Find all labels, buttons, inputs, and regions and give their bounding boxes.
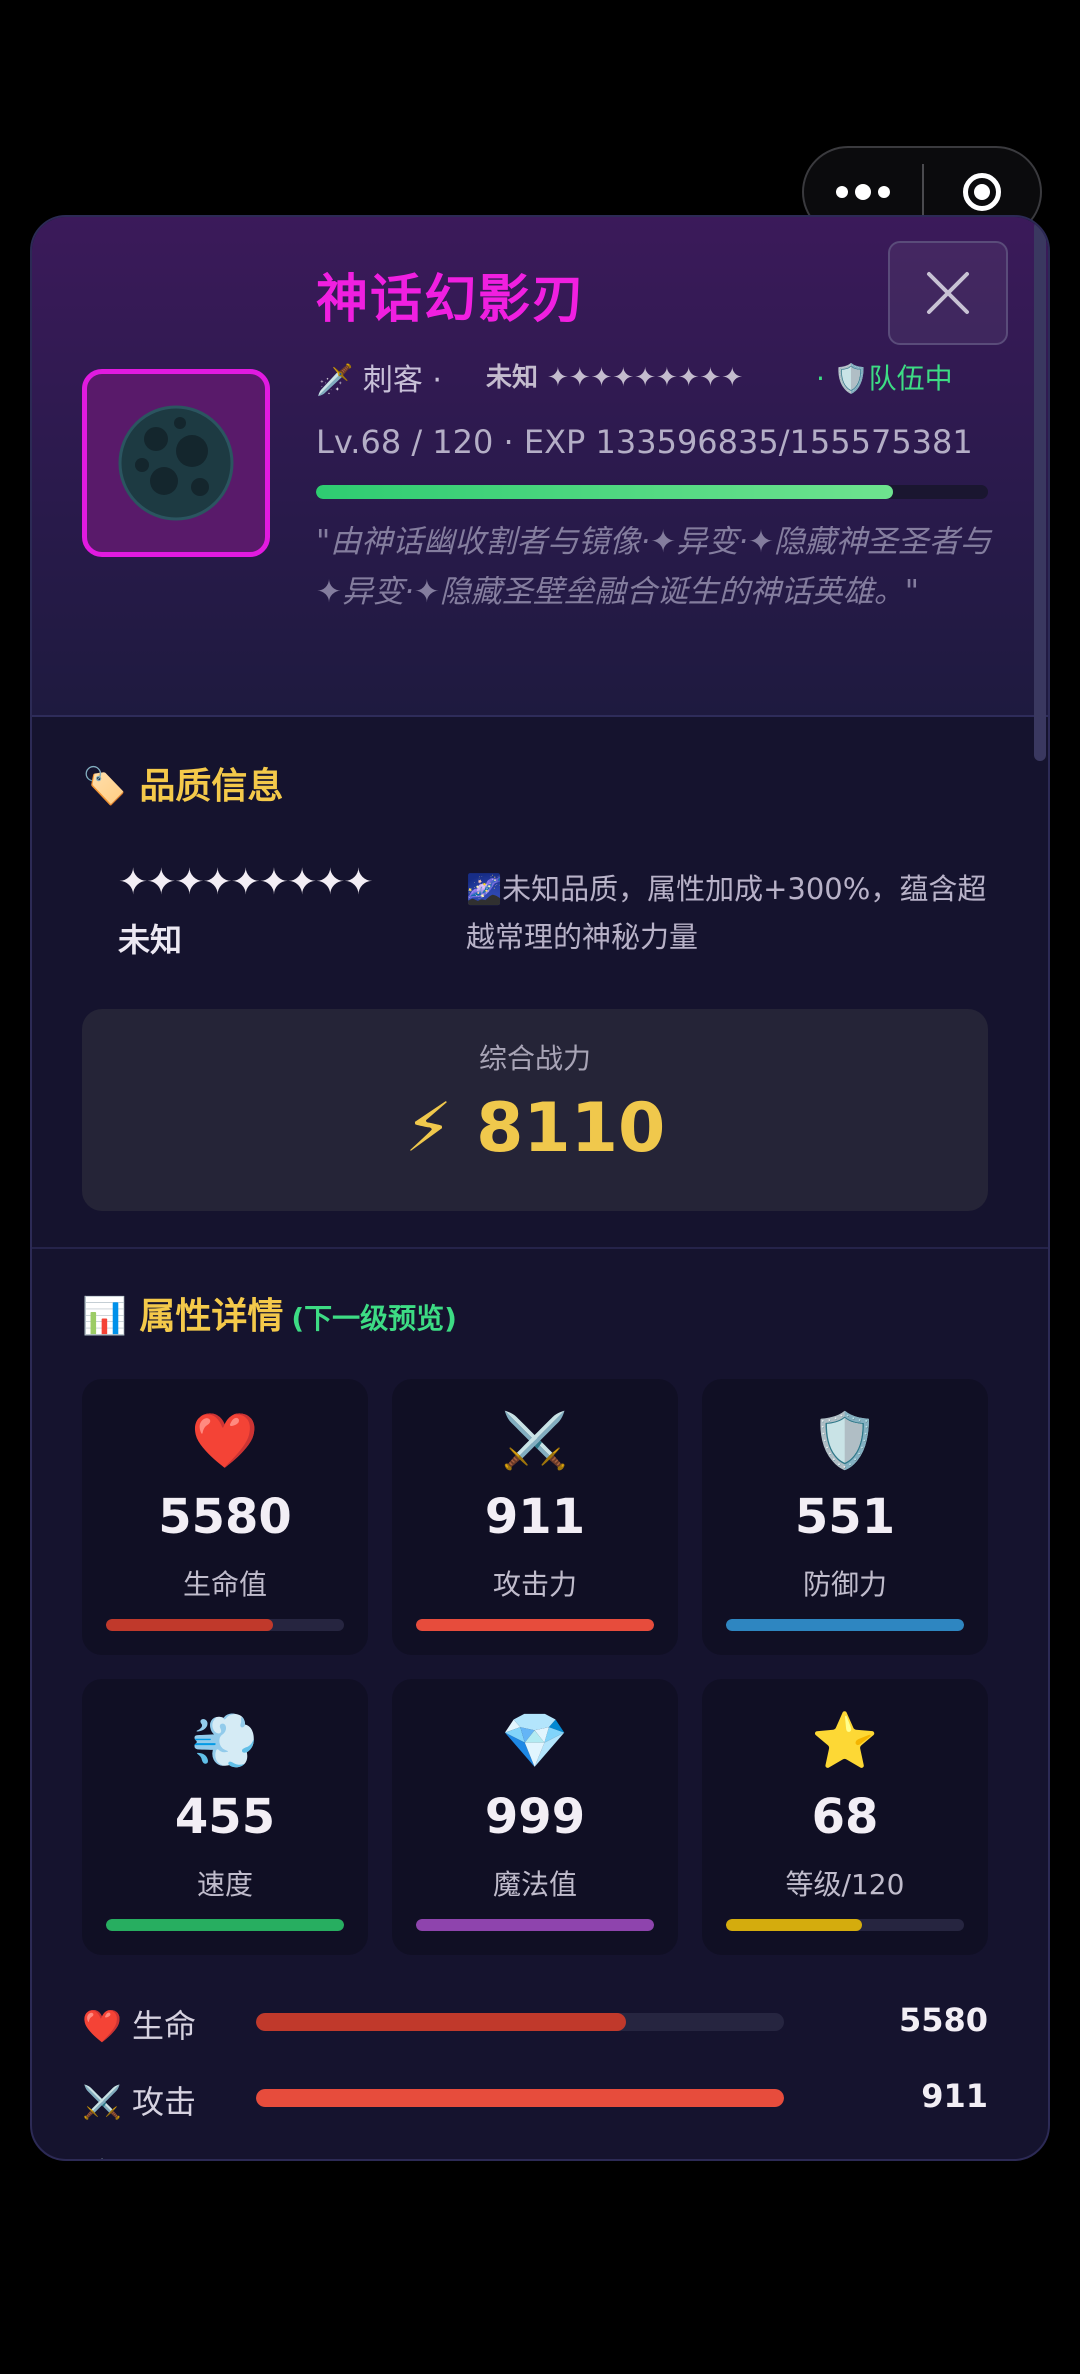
- stat-row-label: ❤️ 生命: [82, 2007, 197, 2045]
- attribute-bar: [106, 1619, 344, 1631]
- attribute-bar: [416, 1919, 654, 1931]
- attribute-value: 551: [794, 1489, 896, 1545]
- hero-detail-modal: 神话幻影刃 🗡️ 刺客 · 未知 ✦✦✦✦✦✦✦✦✦ · 🛡️队伍中 Lv.68…: [30, 215, 1050, 2161]
- heart-icon: ❤️: [191, 1409, 259, 1472]
- close-icon: [927, 272, 969, 314]
- stat-row-bar: [256, 2089, 784, 2107]
- attribute-value: 455: [174, 1789, 276, 1845]
- shield-icon: 🛡️: [811, 1409, 879, 1472]
- close-miniprogram-icon[interactable]: [924, 173, 1040, 211]
- stat-row-defense: 🛡️ 防御: [82, 2147, 988, 2159]
- combat-power-value: ⚡ 8110: [404, 1089, 666, 1168]
- attribute-value: 911: [484, 1489, 586, 1545]
- attribute-value: 999: [484, 1789, 586, 1845]
- quality-section-title: 🏷️ 品质信息: [82, 766, 284, 807]
- section-divider: [32, 1247, 1048, 1249]
- hero-class: 🗡️ 刺客 ·: [316, 363, 442, 398]
- attribute-label: 速度: [196, 1868, 253, 1901]
- attribute-tile-defense: 🛡️ 551 防御力: [702, 1379, 988, 1655]
- hero-quality: 未知 ✦✦✦✦✦✦✦✦✦: [486, 363, 744, 393]
- attributes-title-text: 📊 属性详情: [82, 1296, 284, 1337]
- hero-name: 神话幻影刃: [316, 270, 587, 330]
- attribute-label: 等级/120: [785, 1868, 905, 1901]
- attributes-subtitle: (下一级预览): [291, 1302, 457, 1335]
- exp-progress-bar: [316, 485, 988, 499]
- stat-row-label: 🛡️ 防御: [82, 2151, 196, 2159]
- attribute-tile-speed: 💨 455 速度: [82, 1679, 368, 1955]
- more-menu-icon[interactable]: [804, 184, 922, 200]
- quality-description: 🌌未知品质，属性加成+300%，蕴含超越常理的神秘力量: [466, 872, 987, 954]
- quality-name: 未知: [118, 921, 183, 959]
- combat-power-panel: 综合战力 ⚡ 8110: [82, 1009, 988, 1211]
- attributes-section-title: 📊 属性详情 (下一级预览): [82, 1287, 457, 1339]
- stat-row-bar: [256, 2013, 784, 2031]
- wind-icon: 💨: [191, 1709, 259, 1772]
- crossed-swords-icon: ⚔️: [501, 1409, 569, 1472]
- attribute-label: 防御力: [802, 1568, 887, 1601]
- close-button[interactable]: [888, 241, 1008, 345]
- exp-progress-fill: [316, 485, 894, 499]
- stat-row-value: 5580: [898, 2001, 988, 2039]
- attribute-tile-level: ⭐ 68 等级/120: [702, 1679, 988, 1955]
- attribute-label: 攻击力: [492, 1568, 577, 1601]
- attribute-value: 68: [811, 1789, 879, 1845]
- combat-power-label: 综合战力: [478, 1042, 591, 1075]
- hero-description: "由神话幽收割者与镜像·✦异变·✦隐藏神圣圣者与✦异变·✦隐藏圣壁垒融合诞生的神…: [316, 524, 991, 610]
- attribute-tile-attack: ⚔️ 911 攻击力: [392, 1379, 678, 1655]
- stat-row-label: ⚔️ 攻击: [82, 2083, 197, 2121]
- level-exp-text: Lv.68 / 120 · EXP 133596835/155575381: [316, 423, 973, 461]
- stat-row-value: 911: [921, 2077, 988, 2115]
- attribute-bar: [726, 1619, 964, 1631]
- stat-row-hp: ❤️ 生命 5580: [82, 1997, 988, 2047]
- attribute-tile-hp: ❤️ 5580 生命值: [82, 1379, 368, 1655]
- attribute-bar: [106, 1919, 344, 1931]
- attribute-bar: [726, 1919, 964, 1931]
- planet-icon: [118, 405, 234, 521]
- scrollbar[interactable]: [1034, 221, 1046, 761]
- quality-stars: ✦✦✦✦✦✦✦✦✦: [118, 862, 373, 903]
- gem-icon: 💎: [501, 1709, 569, 1772]
- attribute-label: 魔法值: [492, 1868, 577, 1901]
- hero-meta: 🗡️ 刺客 · 未知 ✦✦✦✦✦✦✦✦✦ · 🛡️队伍中: [316, 355, 1016, 405]
- hero-header: 神话幻影刃 🗡️ 刺客 · 未知 ✦✦✦✦✦✦✦✦✦ · 🛡️队伍中 Lv.68…: [32, 217, 1048, 717]
- team-status-badge: · 🛡️队伍中: [816, 362, 953, 395]
- attribute-bar: [416, 1619, 654, 1631]
- star-icon: ⭐: [811, 1709, 879, 1772]
- attribute-label: 生命值: [182, 1568, 267, 1601]
- attribute-value: 5580: [158, 1489, 292, 1545]
- stat-row-attack: ⚔️ 攻击 911: [82, 2073, 988, 2123]
- hero-avatar: [82, 369, 270, 557]
- attribute-tile-mana: 💎 999 魔法值: [392, 1679, 678, 1955]
